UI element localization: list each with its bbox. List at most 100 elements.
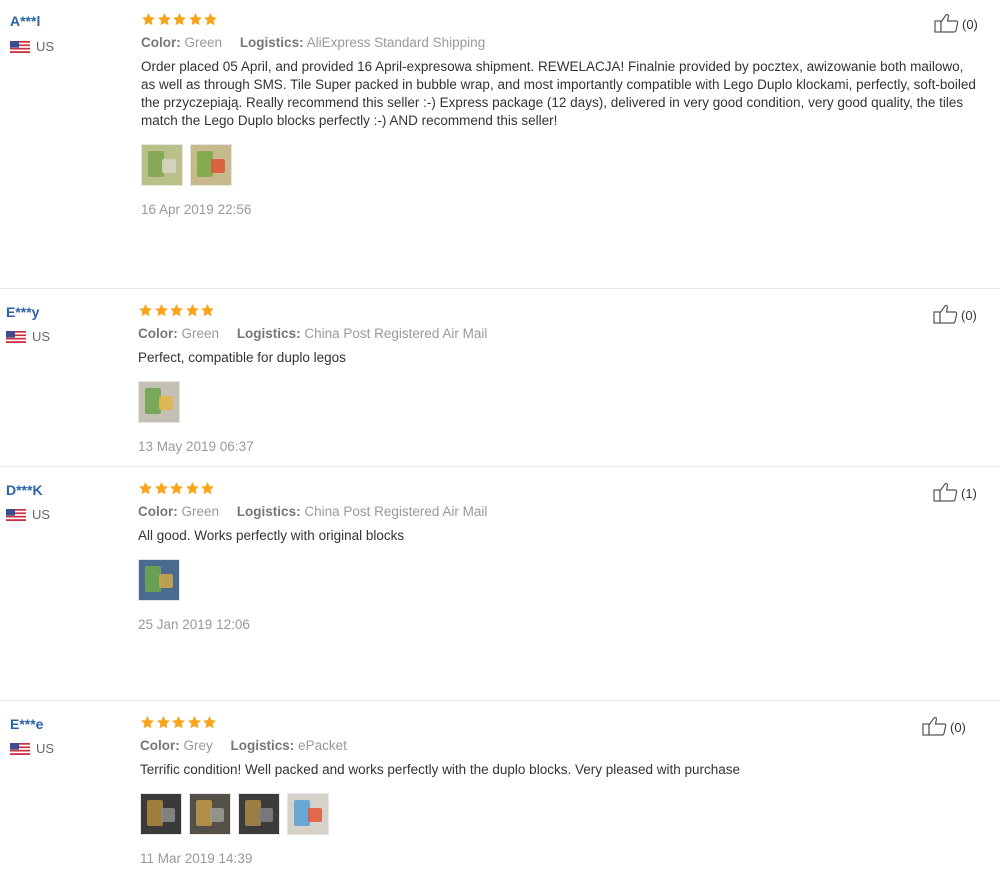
review-photo-thumbnail[interactable] — [190, 144, 232, 186]
review-photo-thumbnail[interactable] — [138, 381, 180, 423]
review-date: 11 Mar 2019 14:39 — [140, 851, 253, 866]
thumbs-up-icon — [933, 482, 961, 505]
star-rating — [141, 12, 981, 32]
country-label: US — [36, 39, 55, 54]
review-divider — [0, 288, 1000, 289]
review-text: All good. Works perfectly with original … — [138, 528, 405, 543]
star-icon — [154, 303, 169, 318]
us-flag-icon — [6, 330, 26, 343]
review-item: E***y US Color: Green Logistics: China P… — [0, 292, 1000, 466]
review-content: Color: Grey Logistics: ePacket Terrific … — [140, 715, 940, 866]
review-photo-thumbnail[interactable] — [287, 793, 329, 835]
helpful-button[interactable]: (0) — [934, 13, 978, 36]
review-content: Color: Green Logistics: China Post Regis… — [138, 303, 978, 454]
review-text: Order placed 05 April, and provided 16 A… — [141, 59, 976, 128]
helpful-count: (0) — [962, 17, 978, 32]
review-item: D***K US Color: Green Logistics: China P… — [0, 470, 1000, 700]
star-rating — [138, 303, 978, 323]
review-item: E***e US Color: Grey Logistics: ePacket … — [0, 704, 1000, 876]
star-icon — [171, 715, 186, 730]
star-icon — [138, 481, 153, 496]
star-icon — [200, 303, 215, 318]
reviewer-country: US — [6, 329, 50, 344]
helpful-count: (1) — [961, 486, 977, 501]
review-meta: Color: Grey Logistics: ePacket — [140, 738, 940, 753]
star-icon — [185, 303, 200, 318]
review-divider — [0, 700, 1000, 701]
review-meta: Color: Green Logistics: China Post Regis… — [138, 504, 978, 519]
star-icon — [169, 303, 184, 318]
review-date: 25 Jan 2019 12:06 — [138, 617, 250, 632]
star-icon — [138, 303, 153, 318]
star-icon — [154, 481, 169, 496]
review-date: 13 May 2019 06:37 — [138, 439, 254, 454]
review-photos — [140, 793, 940, 835]
star-rating — [140, 715, 940, 735]
star-icon — [140, 715, 155, 730]
reviewer-name[interactable]: E***e — [10, 716, 43, 732]
country-label: US — [36, 741, 55, 756]
star-icon — [187, 715, 202, 730]
review-photo-thumbnail[interactable] — [141, 144, 183, 186]
review-photo-thumbnail[interactable] — [189, 793, 231, 835]
reviewer-name[interactable]: D***K — [6, 482, 43, 498]
country-label: US — [32, 507, 51, 522]
thumbs-up-icon — [933, 304, 961, 327]
logistics-label: Logistics: — [239, 35, 304, 50]
star-icon — [202, 715, 217, 730]
star-icon — [172, 12, 187, 27]
reviewer-name[interactable]: A***l — [10, 13, 40, 29]
color-label: Color: — [140, 738, 180, 753]
review-text: Terrific condition! Well packed and work… — [140, 762, 741, 777]
star-rating — [138, 481, 978, 501]
color-value: Green — [181, 326, 220, 341]
star-icon — [141, 12, 156, 27]
star-icon — [203, 12, 218, 27]
review-content: Color: Green Logistics: China Post Regis… — [138, 481, 978, 632]
reviewer-country: US — [10, 741, 54, 756]
star-icon — [156, 715, 171, 730]
helpful-button[interactable]: (0) — [922, 716, 966, 739]
logistics-value: ePacket — [298, 738, 347, 753]
helpful-button[interactable]: (0) — [933, 304, 977, 327]
helpful-count: (0) — [961, 308, 977, 323]
star-icon — [200, 481, 215, 496]
reviewer-name[interactable]: E***y — [6, 304, 39, 320]
helpful-count: (0) — [950, 720, 966, 735]
us-flag-icon — [6, 508, 26, 521]
reviewer-country: US — [6, 507, 50, 522]
logistics-label: Logistics: — [236, 326, 301, 341]
star-icon — [185, 481, 200, 496]
thumbs-up-icon — [934, 13, 962, 36]
us-flag-icon — [10, 742, 30, 755]
logistics-label: Logistics: — [230, 738, 295, 753]
star-icon — [169, 481, 184, 496]
color-label: Color: — [138, 504, 178, 519]
helpful-button[interactable]: (1) — [933, 482, 977, 505]
review-meta: Color: Green Logistics: China Post Regis… — [138, 326, 978, 341]
country-label: US — [32, 329, 51, 344]
color-label: Color: — [138, 326, 178, 341]
review-text: Perfect, compatible for duplo legos — [138, 350, 346, 365]
logistics-value: AliExpress Standard Shipping — [306, 35, 486, 50]
review-photo-thumbnail[interactable] — [138, 559, 180, 601]
review-photos — [138, 559, 978, 601]
review-photo-thumbnail[interactable] — [238, 793, 280, 835]
review-content: Color: Green Logistics: AliExpress Stand… — [141, 12, 981, 217]
review-item: A***l US Color: Green Logistics: AliExpr… — [0, 0, 1000, 288]
color-value: Green — [184, 35, 223, 50]
us-flag-icon — [10, 40, 30, 53]
review-photos — [141, 144, 981, 186]
logistics-label: Logistics: — [236, 504, 301, 519]
thumbs-up-icon — [922, 716, 950, 739]
review-photo-thumbnail[interactable] — [140, 793, 182, 835]
review-photos — [138, 381, 978, 423]
logistics-value: China Post Registered Air Mail — [304, 504, 488, 519]
logistics-value: China Post Registered Air Mail — [304, 326, 488, 341]
color-label: Color: — [141, 35, 181, 50]
review-meta: Color: Green Logistics: AliExpress Stand… — [141, 35, 981, 50]
star-icon — [157, 12, 172, 27]
color-value: Green — [181, 504, 220, 519]
reviewer-country: US — [10, 39, 54, 54]
color-value: Grey — [183, 738, 213, 753]
